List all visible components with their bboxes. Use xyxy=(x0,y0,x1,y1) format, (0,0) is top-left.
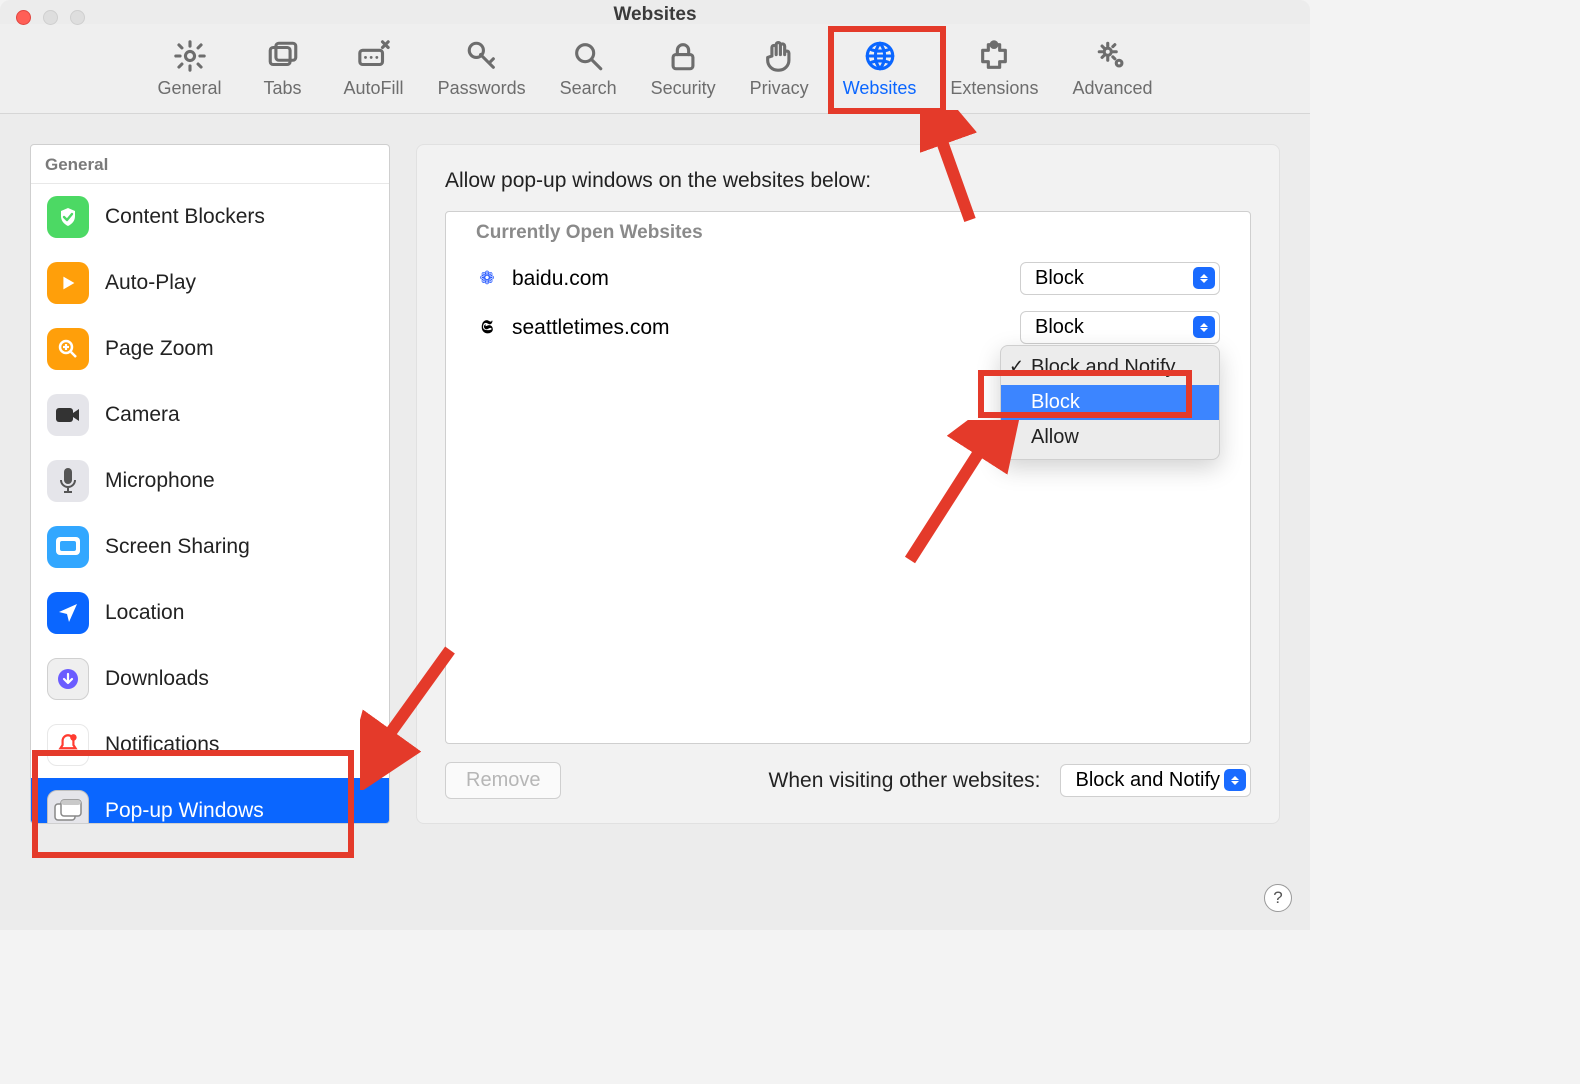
play-icon xyxy=(47,262,89,304)
website-list: Currently Open Websites ❁baidu.comBlock𝕾… xyxy=(445,211,1251,744)
remove-button[interactable]: Remove xyxy=(445,762,561,799)
tab-label: Security xyxy=(651,78,716,99)
puzzle-icon xyxy=(976,38,1012,74)
other-websites-value: Block and Notify xyxy=(1075,769,1220,791)
sidebar-item-page-zoom[interactable]: Page Zoom xyxy=(31,316,389,382)
sidebar-item-label: Location xyxy=(105,601,184,625)
chevron-updown-icon xyxy=(1224,769,1246,791)
website-row[interactable]: 𝕾seattletimes.com BlockBlock and NotifyBl… xyxy=(446,303,1250,352)
favicon-icon: 𝕾 xyxy=(476,317,498,339)
content-area: General Content Blockers Auto-Play Page Zo… xyxy=(0,114,1310,854)
sidebar-item-label: Content Blockers xyxy=(105,205,265,229)
other-websites-label: When visiting other websites: xyxy=(769,769,1041,793)
sidebar-item-notifications[interactable]: Notifications xyxy=(31,712,389,778)
tab-label: General xyxy=(157,78,221,99)
bell-icon xyxy=(47,724,89,766)
website-policy-select[interactable]: BlockBlock and NotifyBlockAllow xyxy=(1020,311,1220,344)
sidebar-item-label: Pop-up Windows xyxy=(105,799,264,823)
tab-websites[interactable]: Websites xyxy=(835,34,925,103)
website-row[interactable]: ❁ baidu.com Block xyxy=(446,254,1250,303)
tab-label: Tabs xyxy=(264,78,302,99)
tab-label: AutoFill xyxy=(344,78,404,99)
minimize-window-button[interactable] xyxy=(43,10,58,25)
sidebar: General Content Blockers Auto-Play Page Zo… xyxy=(30,144,390,824)
sidebar-item-label: Camera xyxy=(105,403,180,427)
tab-advanced[interactable]: Advanced xyxy=(1064,34,1160,103)
sidebar-item-label: Auto-Play xyxy=(105,271,196,295)
zoom-window-button[interactable] xyxy=(70,10,85,25)
tab-label: Privacy xyxy=(750,78,809,99)
sidebar-item-location[interactable]: Location xyxy=(31,580,389,646)
sidebar-section-header: General xyxy=(31,145,389,184)
autofill-icon xyxy=(356,38,392,74)
website-host: baidu.com xyxy=(512,267,609,291)
location-icon xyxy=(47,592,89,634)
tab-security[interactable]: Security xyxy=(643,34,724,103)
tab-label: Websites xyxy=(843,78,917,99)
search-icon xyxy=(570,38,606,74)
download-icon xyxy=(47,658,89,700)
sidebar-item-label: Page Zoom xyxy=(105,337,214,361)
tab-extensions[interactable]: Extensions xyxy=(942,34,1046,103)
sidebar-item-label: Microphone xyxy=(105,469,215,493)
tab-privacy[interactable]: Privacy xyxy=(742,34,817,103)
tabs-icon xyxy=(265,38,301,74)
website-policy-value: Block xyxy=(1035,267,1084,289)
policy-dropdown: Block and NotifyBlockAllow xyxy=(1000,345,1220,460)
sidebar-item-label: Screen Sharing xyxy=(105,535,250,559)
tab-label: Extensions xyxy=(950,78,1038,99)
sidebar-item-label: Downloads xyxy=(105,667,209,691)
sidebar-item-camera[interactable]: Camera xyxy=(31,382,389,448)
tab-label: Passwords xyxy=(438,78,526,99)
gear-icon xyxy=(172,38,208,74)
panel-title: Allow pop-up windows on the websites bel… xyxy=(445,169,1251,193)
tab-tabs[interactable]: Tabs xyxy=(248,34,318,103)
dropdown-option-allow[interactable]: Allow xyxy=(1001,420,1219,455)
website-policy-value: Block xyxy=(1035,316,1084,338)
sidebar-item-label: Notifications xyxy=(105,733,219,757)
mic-icon xyxy=(47,460,89,502)
tab-label: Advanced xyxy=(1072,78,1152,99)
shield-icon xyxy=(47,196,89,238)
sidebar-item-auto-play[interactable]: Auto-Play xyxy=(31,250,389,316)
website-list-header: Currently Open Websites xyxy=(446,212,1250,254)
tab-general[interactable]: General xyxy=(149,34,229,103)
dropdown-option-block-and-notify[interactable]: Block and Notify xyxy=(1001,350,1219,385)
sidebar-item-downloads[interactable]: Downloads xyxy=(31,646,389,712)
close-window-button[interactable] xyxy=(16,10,31,25)
help-button[interactable]: ? xyxy=(1264,884,1292,912)
chevron-updown-icon xyxy=(1193,316,1215,338)
traffic-lights xyxy=(16,10,85,25)
dropdown-option-block[interactable]: Block xyxy=(1001,385,1219,420)
preferences-window: Websites General Tabs AutoFill Passwords Sea… xyxy=(0,0,1310,930)
key-icon xyxy=(464,38,500,74)
sidebar-item-screen-sharing[interactable]: Screen Sharing xyxy=(31,514,389,580)
globe-icon xyxy=(862,38,898,74)
favicon-icon: ❁ xyxy=(476,268,498,290)
website-policy-select[interactable]: Block xyxy=(1020,262,1220,295)
website-host: seattletimes.com xyxy=(512,316,670,340)
tab-passwords[interactable]: Passwords xyxy=(430,34,534,103)
chevron-updown-icon xyxy=(1193,267,1215,289)
tab-label: Search xyxy=(560,78,617,99)
sidebar-item-pop-up-windows[interactable]: Pop-up Windows xyxy=(31,778,389,824)
popup-icon xyxy=(47,790,89,824)
sidebar-item-microphone[interactable]: Microphone xyxy=(31,448,389,514)
panel-footer: Remove When visiting other websites: Blo… xyxy=(445,744,1251,799)
lock-icon xyxy=(665,38,701,74)
gears-icon xyxy=(1094,38,1130,74)
preferences-toolbar: General Tabs AutoFill Passwords Search Securi… xyxy=(0,24,1310,114)
titlebar: Websites xyxy=(0,0,1310,24)
settings-panel: Allow pop-up windows on the websites bel… xyxy=(416,144,1280,824)
window-title: Websites xyxy=(0,0,1310,26)
screen-icon xyxy=(47,526,89,568)
camera-icon xyxy=(47,394,89,436)
sidebar-item-content-blockers[interactable]: Content Blockers xyxy=(31,184,389,250)
tab-search[interactable]: Search xyxy=(552,34,625,103)
hand-icon xyxy=(761,38,797,74)
zoom-icon xyxy=(47,328,89,370)
other-websites-select[interactable]: Block and Notify xyxy=(1060,764,1251,797)
tab-autofill[interactable]: AutoFill xyxy=(336,34,412,103)
